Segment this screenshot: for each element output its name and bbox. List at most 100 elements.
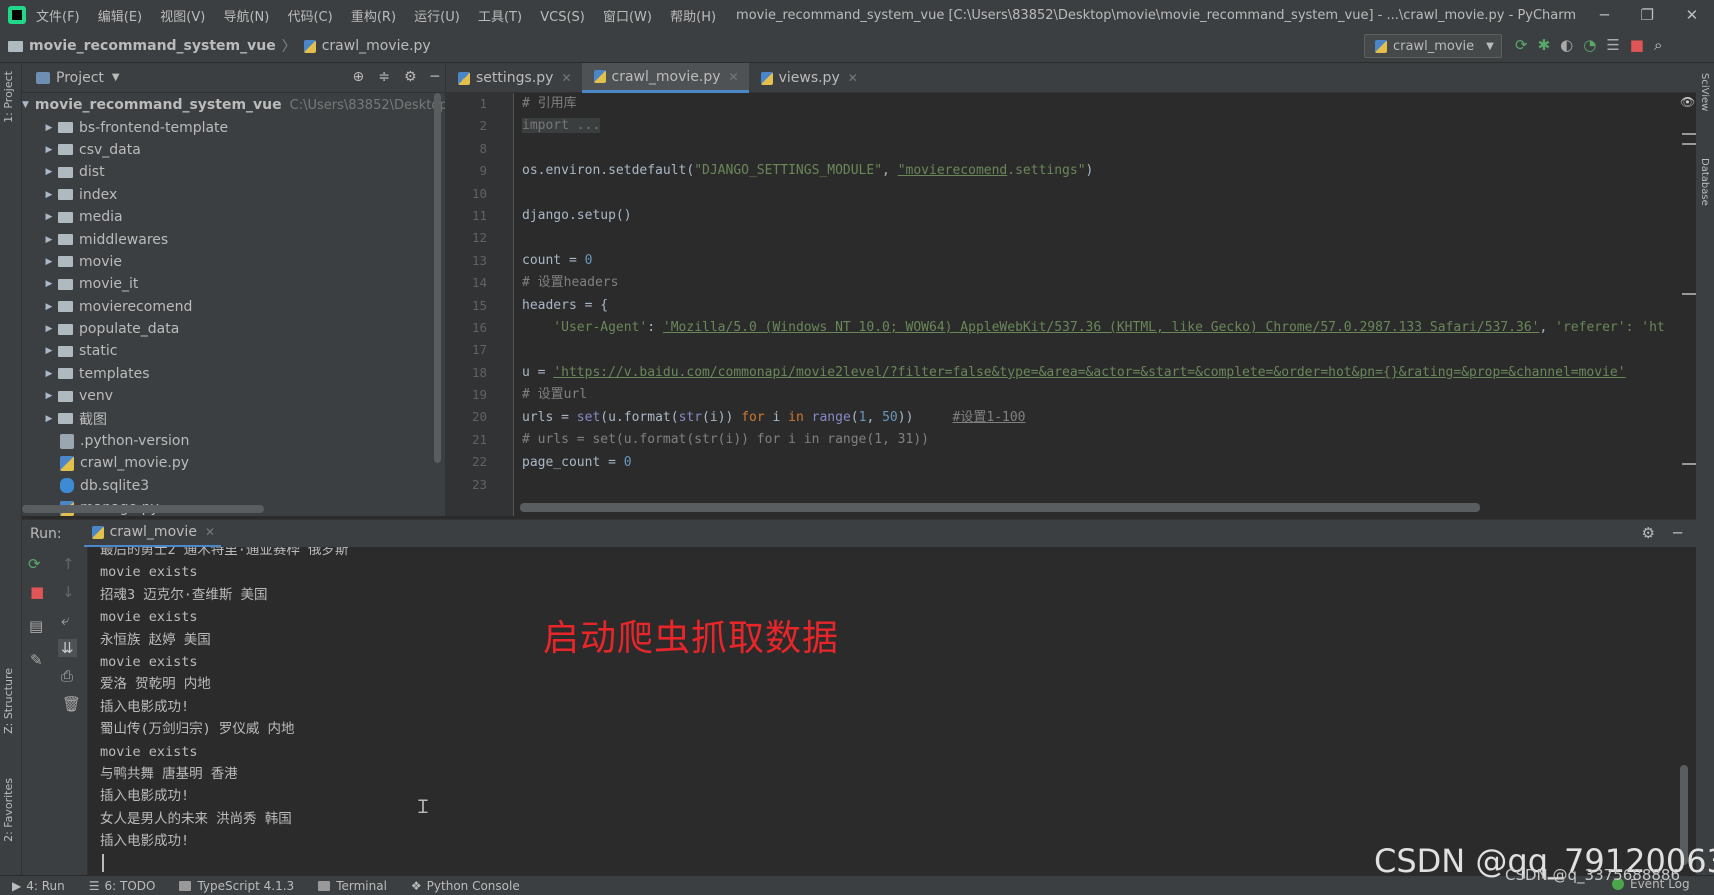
profile-icon[interactable]: ◔ <box>1583 36 1596 54</box>
layout-icon[interactable]: ▤ <box>29 617 43 635</box>
menu-vcs[interactable]: VCS(S) <box>540 10 585 25</box>
run-config-select[interactable]: crawl_movie ▼ <box>1364 34 1502 58</box>
rerun-icon[interactable]: ⟳ <box>28 555 41 573</box>
menu-refactor[interactable]: 重构(R) <box>351 10 396 25</box>
database-tool-tab[interactable]: Database <box>1699 158 1710 206</box>
chevron-right-icon[interactable]: ▶ <box>40 212 58 222</box>
menu-view[interactable]: 视图(V) <box>160 10 205 25</box>
stop-icon[interactable]: ■ <box>30 583 44 601</box>
folded-import[interactable]: import ... <box>522 118 601 134</box>
run-console[interactable]: 最后的勇士2 通木特里·通亚赛桦 俄罗斯 movie exists 招魂3 迈克尔·… <box>88 547 1696 875</box>
coverage-icon[interactable]: ◐ <box>1560 36 1573 54</box>
soft-wrap-icon[interactable]: ⤶ <box>61 611 69 629</box>
tree-folder[interactable]: ▶ index <box>22 184 445 206</box>
chevron-right-icon[interactable]: ▶ <box>40 414 58 424</box>
tree-folder[interactable]: ▶ middlewares <box>22 228 445 250</box>
project-tool-tab[interactable]: 1: Project <box>2 71 15 123</box>
tree-file[interactable]: crawl_movie.py <box>22 452 445 474</box>
close-icon[interactable]: ✕ <box>729 70 739 84</box>
arrow-up-icon[interactable]: ↑ <box>62 555 75 573</box>
chevron-right-icon[interactable]: ▶ <box>40 391 58 401</box>
minimize-icon[interactable]: ─ <box>1600 6 1609 24</box>
tree-root[interactable]: ▼ movie_recommand_system_vue C:\Users\83… <box>22 94 445 116</box>
chevron-right-icon[interactable]: ▶ <box>40 369 58 379</box>
close-icon[interactable]: ✕ <box>561 71 571 85</box>
tree-folder[interactable]: ▶ movierecomend <box>22 296 445 318</box>
tree-folder[interactable]: ▶ bs-frontend-template <box>22 116 445 138</box>
tab-settings[interactable]: settings.py ✕ <box>446 63 582 93</box>
tree-file[interactable]: .python-version <box>22 430 445 452</box>
chevron-right-icon[interactable]: ▶ <box>40 302 58 312</box>
menu-edit[interactable]: 编辑(E) <box>98 10 142 25</box>
menu-code[interactable]: 代码(C) <box>287 10 332 25</box>
chevron-right-icon[interactable]: ▶ <box>40 324 58 334</box>
tree-folder[interactable]: ▶ movie_it <box>22 273 445 295</box>
project-panel-title[interactable]: Project <box>56 70 104 86</box>
tree-folder[interactable]: ▶ populate_data <box>22 318 445 340</box>
status-run[interactable]: ▶ 4: Run <box>12 879 65 893</box>
chevron-right-icon[interactable]: ▶ <box>40 235 58 245</box>
status-typescript[interactable]: TypeScript 4.1.3 <box>179 879 294 893</box>
close-icon[interactable]: ✕ <box>848 71 858 85</box>
build-icon[interactable]: ☰ <box>1606 36 1619 54</box>
chevron-down-icon[interactable]: ▼ <box>22 100 29 110</box>
trash-icon[interactable]: 🗑 <box>62 695 81 713</box>
project-horizontal-scrollbar[interactable] <box>22 505 264 513</box>
tree-folder[interactable]: ▶ movie <box>22 251 445 273</box>
tree-file[interactable]: db.sqlite3 <box>22 475 445 497</box>
code-editor[interactable]: 1 2 8 9 10 11 12 13 14 15 16 17 18 19 20… <box>446 93 1696 516</box>
stop-icon[interactable]: ■ <box>1630 36 1644 54</box>
menu-tools[interactable]: 工具(T) <box>478 10 522 25</box>
locate-icon[interactable]: ⊕ <box>353 69 365 85</box>
menu-window[interactable]: 窗口(W) <box>603 10 652 25</box>
project-vertical-scrollbar[interactable] <box>434 93 441 463</box>
gear-icon[interactable]: ⚙ <box>404 69 417 85</box>
chevron-right-icon[interactable]: ▶ <box>40 257 58 267</box>
chevron-right-icon[interactable]: ▶ <box>40 190 58 200</box>
status-todo[interactable]: ☰ 6: TODO <box>89 879 156 893</box>
status-terminal[interactable]: Terminal <box>318 879 387 893</box>
error-stripe-mark[interactable] <box>1682 293 1696 295</box>
print-icon[interactable]: ⎙ <box>61 667 73 685</box>
pin-icon[interactable]: ✎ <box>30 651 43 669</box>
tree-folder[interactable]: ▶ 截图 <box>22 407 445 429</box>
error-stripe-mark[interactable] <box>1682 143 1696 145</box>
editor-horizontal-scrollbar[interactable] <box>520 503 1480 512</box>
tab-views[interactable]: views.py ✕ <box>749 63 868 93</box>
close-icon[interactable]: ✕ <box>1686 6 1699 24</box>
collapse-all-icon[interactable]: ≑ <box>378 69 390 85</box>
chevron-right-icon[interactable]: ▶ <box>40 145 58 155</box>
favorites-tool-tab[interactable]: 2: Favorites <box>2 778 15 842</box>
close-icon[interactable]: ✕ <box>205 525 215 539</box>
tree-folder[interactable]: ▶ static <box>22 340 445 362</box>
arrow-down-icon[interactable]: ↓ <box>62 583 75 601</box>
menu-file[interactable]: 文件(F) <box>36 10 80 25</box>
chevron-right-icon[interactable]: ▶ <box>40 346 58 356</box>
error-stripe-mark[interactable] <box>1682 133 1696 135</box>
tree-folder[interactable]: ▶ venv <box>22 385 445 407</box>
scroll-to-end-icon[interactable]: ⇊ <box>58 639 77 657</box>
breadcrumb-file[interactable]: crawl_movie.py <box>322 38 431 54</box>
search-icon[interactable]: ⌕ <box>1654 36 1662 54</box>
breadcrumb-project[interactable]: movie_recommand_system_vue <box>29 38 276 54</box>
debug-icon[interactable]: ✱ <box>1538 36 1551 54</box>
hide-icon[interactable]: ─ <box>431 69 439 85</box>
tab-crawl-movie[interactable]: crawl_movie.py ✕ <box>581 63 749 93</box>
error-stripe-mark[interactable] <box>1682 463 1696 465</box>
restore-icon[interactable]: ❐ <box>1640 6 1653 24</box>
structure-tool-tab[interactable]: Z: Structure <box>2 668 15 734</box>
menu-navigate[interactable]: 导航(N) <box>223 10 269 25</box>
rerun-icon[interactable]: ⟳ <box>1515 36 1528 54</box>
code-area[interactable]: # 引用库 import ... os.environ.setdefault("D… <box>522 93 1665 474</box>
chevron-right-icon[interactable]: ▶ <box>40 123 58 133</box>
hide-icon[interactable]: ─ <box>1673 524 1682 542</box>
menu-run[interactable]: 运行(U) <box>414 10 460 25</box>
eye-icon[interactable]: 👁 <box>1680 95 1695 109</box>
tree-folder[interactable]: ▶ media <box>22 206 445 228</box>
tree-folder[interactable]: ▶ csv_data <box>22 139 445 161</box>
gear-icon[interactable]: ⚙ <box>1642 524 1655 542</box>
chevron-right-icon[interactable]: ▶ <box>40 279 58 289</box>
status-python-console[interactable]: ❖ Python Console <box>411 879 520 893</box>
menu-help[interactable]: 帮助(H) <box>670 10 716 25</box>
sciview-tool-tab[interactable]: SciView <box>1699 73 1710 111</box>
